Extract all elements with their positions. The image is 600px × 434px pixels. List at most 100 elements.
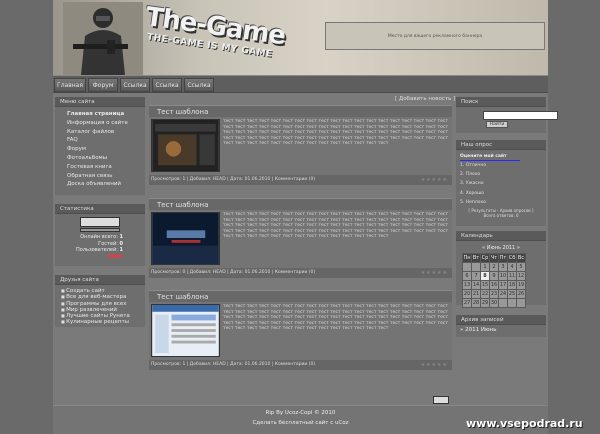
- counter-image: [80, 217, 120, 227]
- friend-link[interactable]: Кулинарные рецепты: [55, 319, 145, 325]
- search-title: Поиск: [456, 97, 546, 107]
- archive-row: » 2011 Июнь: [456, 325, 546, 333]
- post-meta: Просмотров: 0 | Добавил: HEAD | Дата: 01…: [151, 270, 316, 275]
- rating-stars[interactable]: ★★★★★: [421, 175, 448, 185]
- rating-stars[interactable]: ★★★★★: [421, 268, 448, 278]
- menu-item[interactable]: Главная страница: [55, 110, 145, 119]
- stats-title: Статистика: [55, 204, 145, 214]
- weekday-label: Ср: [480, 253, 490, 263]
- post-thumbnail[interactable]: [151, 119, 220, 172]
- calendar-day: 25: [507, 289, 517, 299]
- calendar-day: 13: [462, 280, 472, 290]
- banner-placeholder[interactable]: Место для вашего рекламного баннера: [325, 22, 545, 50]
- poll-question: Оцените мой сайт: [460, 154, 507, 159]
- menu-item[interactable]: Фотоальбомы: [55, 154, 145, 163]
- menu-item[interactable]: Информация о сайте: [55, 119, 145, 128]
- menu-item[interactable]: Форум: [55, 145, 145, 154]
- online-label: Онлайн всего:: [80, 234, 118, 240]
- post-text: тест тест тест тест тест тест тест тест …: [223, 304, 448, 332]
- search-input[interactable]: [483, 111, 558, 120]
- poll-option[interactable]: 1. Отлично: [456, 161, 546, 170]
- calendar-day: 11: [507, 271, 517, 281]
- poll-box: Наш опрос Оцените мой сайт 1. Отлично 2.…: [456, 140, 546, 226]
- calendar-day: 14: [471, 280, 481, 290]
- nav-bar: Главная Форум Ссылка Ссылка Ссылка: [53, 75, 548, 93]
- weekday-label: Пн: [462, 253, 472, 263]
- calendar-day: [507, 298, 517, 308]
- post-thumbnail[interactable]: [151, 304, 220, 357]
- menu-title: Меню сайта: [55, 97, 145, 107]
- calendar-day: [462, 262, 472, 272]
- site-logo[interactable]: The-Game THE-GAME IS MY GAME: [142, 2, 287, 61]
- post-meta: Просмотров: 1 | Добавил: HEAD | Дата: 01…: [151, 177, 316, 182]
- post-meta: Просмотров: 1 | Добавил: HEAD | Дата: 01…: [151, 362, 316, 367]
- weekday-label: Вс: [516, 253, 526, 263]
- nav-item-link-2[interactable]: Ссылка: [152, 78, 182, 92]
- calendar-day: 28: [471, 298, 481, 308]
- poll-option[interactable]: 5. Неплохо: [456, 198, 546, 207]
- calendar-day: 5: [516, 262, 526, 272]
- guests-count: 0: [119, 240, 123, 247]
- calendar-grid: Пн Вт Ср Чт Пт Сб Вс 1 2 3 4 5 6 7 8 9 1…: [462, 253, 526, 308]
- menu-item[interactable]: Обратная связь: [55, 172, 145, 181]
- rss-icon[interactable]: [433, 396, 449, 404]
- poll-option[interactable]: 4. Хорошо: [456, 189, 546, 198]
- calendar-day: 30: [489, 298, 499, 308]
- calendar-day: 8: [480, 271, 490, 281]
- calendar-month[interactable]: « Июнь 2011 »: [456, 245, 546, 251]
- header: The-Game THE-GAME IS MY GAME Место для в…: [53, 0, 548, 75]
- post-text: тест тест тест тест тест тест тест тест …: [223, 119, 448, 147]
- rating-stars[interactable]: ★★★★★: [421, 360, 448, 370]
- post-title[interactable]: Тест шаблона: [149, 105, 452, 117]
- calendar-day: 3: [498, 262, 508, 272]
- post-title[interactable]: Тест шаблона: [149, 290, 452, 302]
- post-title[interactable]: Тест шаблона: [149, 198, 452, 210]
- post-footer: Просмотров: 1 | Добавил: HEAD | Дата: 01…: [149, 175, 452, 185]
- calendar-day: 7: [471, 271, 481, 281]
- calendar-day: 21: [471, 289, 481, 299]
- guests-label: Гостей:: [98, 240, 118, 247]
- add-news-link[interactable]: [ Добавить новость ]: [395, 96, 455, 102]
- calendar-day: [471, 262, 481, 272]
- online-user[interactable]: HEAD: [55, 254, 123, 261]
- menu-item[interactable]: FAQ: [55, 136, 145, 145]
- weekday-label: Пт: [498, 253, 508, 263]
- weekday-label: Чт: [489, 253, 499, 263]
- weekday-label: Вт: [471, 253, 481, 263]
- weekday-label: Сб: [507, 253, 517, 263]
- footer-copyright: Rip By Ucoz-Copi © 2010: [265, 410, 336, 416]
- users-label: Пользователей:: [76, 247, 118, 253]
- menu-item[interactable]: Доска объявлений: [55, 180, 145, 189]
- poll-title: Наш опрос: [456, 140, 546, 150]
- calendar-day: 10: [498, 271, 508, 281]
- archive-title: Архив записей: [456, 315, 546, 325]
- stats-box: Статистика Онлайн всего: 1 Гостей: 0 Пол…: [55, 204, 145, 266]
- nav-item-forum[interactable]: Форум: [88, 78, 118, 92]
- calendar-day: 20: [462, 289, 472, 299]
- menu-item[interactable]: Гостевая книга: [55, 163, 145, 172]
- nav-item-link-3[interactable]: Ссылка: [184, 78, 214, 92]
- post: Тест шаблона тест тест тест тест тест те…: [149, 105, 452, 185]
- archive-item[interactable]: 2011 Июнь: [465, 327, 496, 333]
- calendar-day: 12: [516, 271, 526, 281]
- soldier-image: [63, 2, 143, 75]
- nav-item-home[interactable]: Главная: [54, 78, 86, 92]
- watermark: www.vsepodrad.ru: [466, 417, 583, 430]
- calendar-day: 4: [507, 262, 517, 272]
- calendar-day: 19: [516, 280, 526, 290]
- calendar-day: 9: [489, 271, 499, 281]
- post-footer: Просмотров: 1 | Добавил: HEAD | Дата: 01…: [149, 360, 452, 370]
- poll-option[interactable]: 2. Плохо: [456, 170, 546, 179]
- calendar-day: 16: [489, 280, 499, 290]
- calendar-day: 17: [498, 280, 508, 290]
- nav-item-link-1[interactable]: Ссылка: [120, 78, 150, 92]
- post-thumbnail[interactable]: [151, 212, 220, 265]
- friends-box: Друзья сайта Создать сайт Все для веб-ма…: [55, 275, 145, 327]
- search-button[interactable]: Найти: [486, 121, 508, 128]
- calendar-day: 2: [489, 262, 499, 272]
- users-count: 1: [119, 247, 123, 253]
- counter-bar: [80, 228, 120, 232]
- poll-option[interactable]: 3. Ужасно: [456, 179, 546, 188]
- menu-item[interactable]: Каталог файлов: [55, 128, 145, 137]
- calendar-day: 27: [462, 298, 472, 308]
